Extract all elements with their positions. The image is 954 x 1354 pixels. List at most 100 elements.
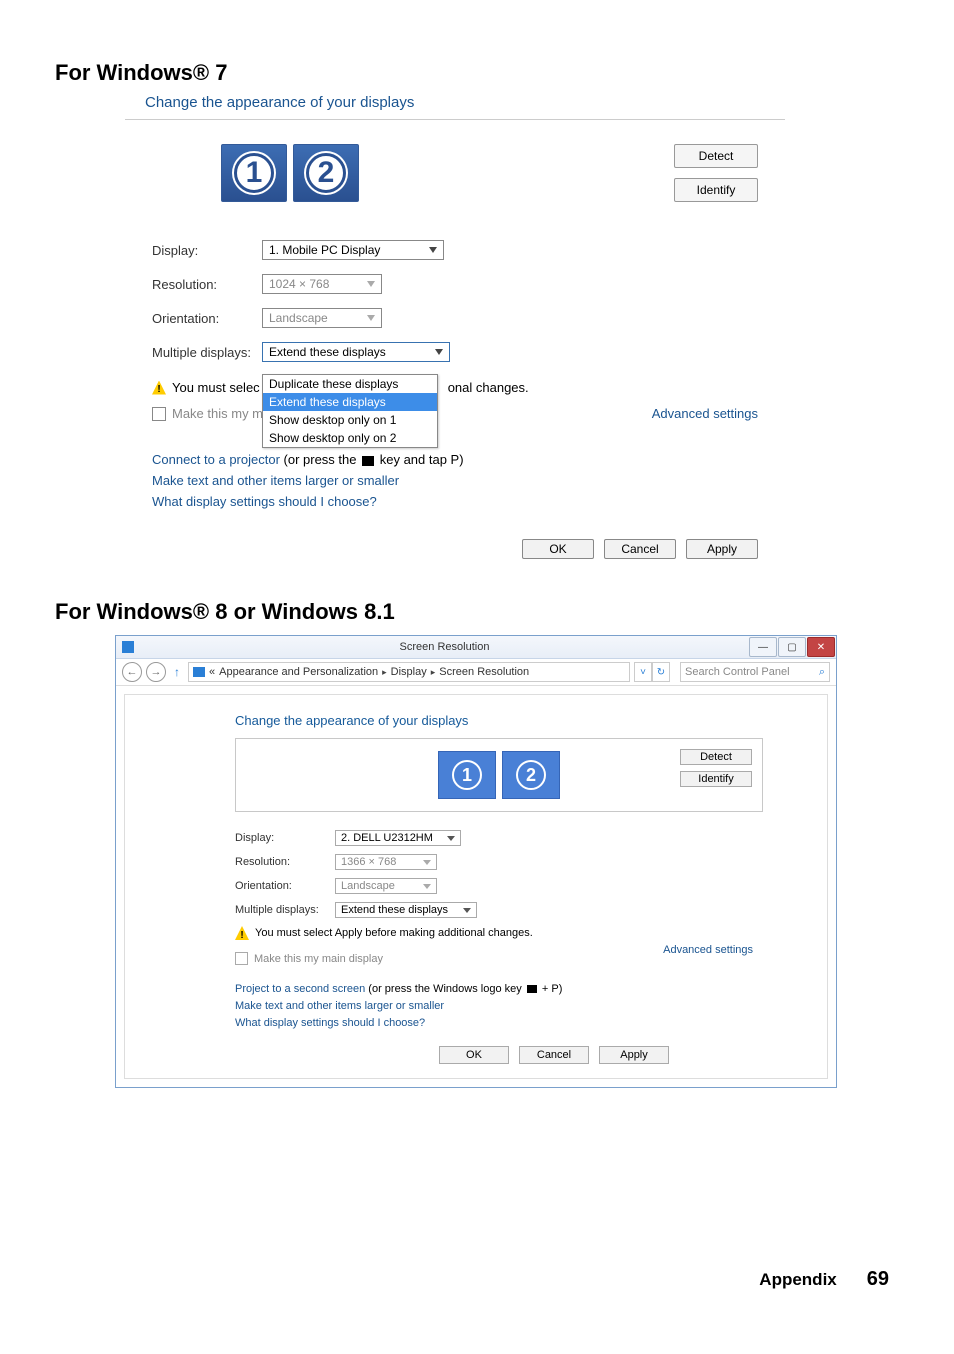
display-label: Display: [152,243,262,258]
chevron-down-icon [367,281,375,287]
warn-text-partial-left: You must selec [172,380,260,395]
identify-button[interactable]: Identify [680,771,752,787]
dropdown-option-only1[interactable]: Show desktop only on 1 [263,411,437,429]
advanced-settings-link[interactable]: Advanced settings [652,406,758,421]
forward-button[interactable]: → [146,662,166,682]
heading-win7: For Windows® 7 [55,60,899,86]
dropdown-option-extend[interactable]: Extend these displays [263,393,437,411]
make-main-label-partial: Make this my m [172,406,263,421]
chevron-down-icon [423,860,431,865]
dropdown-option-only2[interactable]: Show desktop only on 2 [263,429,437,447]
connect-projector-link[interactable]: Connect to a projector [152,452,280,467]
windows-key-icon [362,456,374,466]
monitor-1-number: 1 [452,760,482,790]
chevron-down-icon [423,884,431,889]
multiple-displays-label: Multiple displays: [152,345,262,360]
monitor-2-number: 2 [306,153,346,193]
monitor-preview: 1 2 [215,138,365,208]
monitor-2-number: 2 [516,760,546,790]
identify-button[interactable]: Identify [674,178,758,202]
orientation-select[interactable]: Landscape [262,308,382,328]
windows-key-icon [527,985,537,993]
make-main-checkbox[interactable] [152,407,166,421]
maximize-button[interactable]: ▢ [778,637,806,657]
resolution-select[interactable]: 1024 × 768 [262,274,382,294]
search-input[interactable]: Search Control Panel ⌕ [680,662,830,682]
ok-button[interactable]: OK [439,1046,509,1064]
multiple-displays-value: Extend these displays [269,345,386,359]
project-second-screen-link[interactable]: Project to a second screen [235,983,365,995]
resolution-label: Resolution: [152,277,262,292]
footer-label: Appendix [759,1270,836,1290]
chevron-down-icon [435,349,443,355]
breadcrumb-a[interactable]: Appearance and Personalization [219,666,378,678]
monitor-1[interactable]: 1 [221,144,287,202]
display-help-link[interactable]: What display settings should I choose? [152,494,758,509]
text-size-link[interactable]: Make text and other items larger or smal… [152,473,758,488]
display-select[interactable]: 1. Mobile PC Display [262,240,444,260]
ok-button[interactable]: OK [522,539,594,559]
resolution-value: 1366 × 768 [341,856,396,868]
display-select[interactable]: 2. DELL U2312HM [335,830,461,846]
multiple-displays-value: Extend these displays [341,904,448,916]
address-bar: ← → ↑ « Appearance and Personalization ▸… [116,659,836,686]
orientation-label: Orientation: [152,311,262,326]
back-button[interactable]: ← [122,662,142,682]
monitor-1-number: 1 [234,153,274,193]
dropdown-option-duplicate[interactable]: Duplicate these displays [263,375,437,393]
breadcrumb[interactable]: « Appearance and Personalization ▸ Displ… [188,662,630,682]
search-icon: ⌕ [819,666,825,679]
multiple-displays-select[interactable]: Extend these displays [262,342,450,362]
multiple-displays-dropdown[interactable]: Duplicate these displays Extend these di… [262,374,438,448]
chevron-down-icon [463,908,471,913]
monitor-2[interactable]: 2 [502,751,560,799]
monitor-1[interactable]: 1 [438,751,496,799]
win7-panel: 1 2 Detect Identify Display: 1. Mobile P… [125,119,785,565]
monitor-preview: 1 2 Detect Identify [235,738,763,812]
search-placeholder: Search Control Panel [685,666,790,678]
chevron-down-icon [429,247,437,253]
apply-button[interactable]: Apply [686,539,758,559]
cancel-button[interactable]: Cancel [604,539,676,559]
detect-button[interactable]: Detect [680,749,752,765]
monitor-2[interactable]: 2 [293,144,359,202]
orientation-label: Orientation: [235,880,335,892]
display-help-link[interactable]: What display settings should I choose? [235,1017,813,1029]
up-button[interactable]: ↑ [170,665,184,679]
breadcrumb-c[interactable]: Screen Resolution [439,666,529,678]
breadcrumb-lead: « [209,666,215,678]
warn-text-partial-right: onal changes. [448,380,529,395]
multiple-displays-select[interactable]: Extend these displays [335,902,477,918]
resolution-select[interactable]: 1366 × 768 [335,854,437,870]
multiple-displays-label: Multiple displays: [235,904,335,916]
detect-button[interactable]: Detect [674,144,758,168]
resolution-value: 1024 × 768 [269,277,329,291]
close-button[interactable]: ✕ [807,637,835,657]
warning-icon [152,381,166,395]
apply-button[interactable]: Apply [599,1046,669,1064]
breadcrumb-b[interactable]: Display [391,666,427,678]
orientation-select[interactable]: Landscape [335,878,437,894]
page-number: 69 [867,1268,889,1291]
breadcrumb-sep-icon: ▸ [431,667,436,678]
address-dropdown-button[interactable]: ˅ [634,662,652,682]
orientation-value: Landscape [269,311,328,325]
control-panel-icon [193,667,205,677]
resolution-label: Resolution: [235,856,335,868]
display-label: Display: [235,832,335,844]
minimize-button[interactable]: — [749,637,777,657]
display-value: 1. Mobile PC Display [269,243,380,257]
window-icon [122,641,134,653]
titlebar: Screen Resolution — ▢ ✕ [116,636,836,659]
cancel-button[interactable]: Cancel [519,1046,589,1064]
page-footer: Appendix 69 [55,1268,899,1291]
advanced-settings-link[interactable]: Advanced settings [663,944,753,956]
make-main-checkbox[interactable] [235,952,248,965]
heading-win8: For Windows® 8 or Windows 8.1 [55,599,899,625]
win8-window: Screen Resolution — ▢ ✕ ← → ↑ « Appearan… [115,635,837,1088]
breadcrumb-sep-icon: ▸ [382,667,387,678]
chevron-down-icon [367,315,375,321]
text-size-link[interactable]: Make text and other items larger or smal… [235,1000,813,1012]
win7-subtitle: Change the appearance of your displays [145,94,899,111]
refresh-button[interactable]: ↻ [652,662,670,682]
